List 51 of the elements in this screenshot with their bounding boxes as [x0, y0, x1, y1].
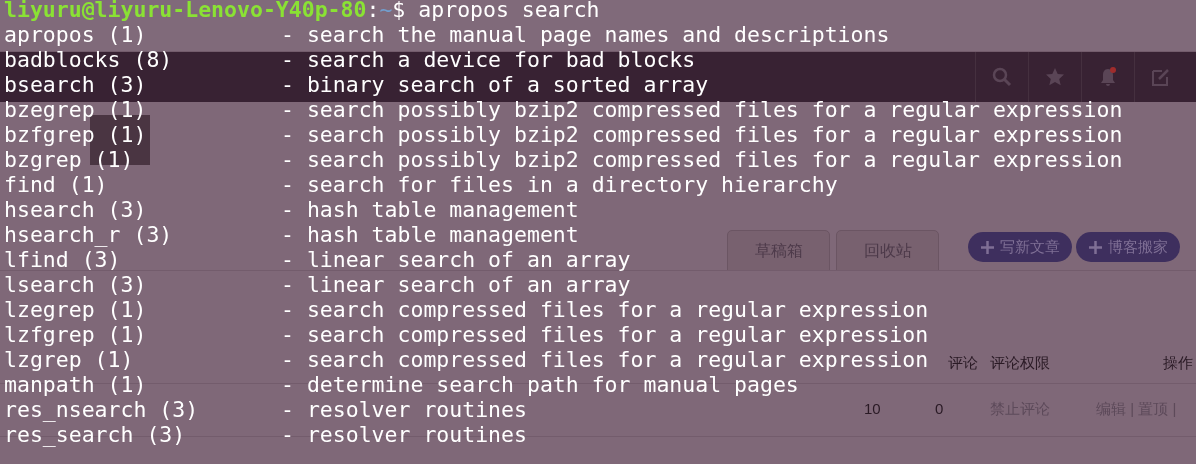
man-page-name: bzegrep (1) — [4, 97, 147, 122]
read-count: 10 — [864, 399, 881, 419]
man-page-name: res_search (3) — [4, 422, 186, 447]
man-page-description: - hash table management — [281, 222, 579, 247]
man-page-description: - search compressed files for a regular expression — [281, 322, 929, 347]
man-page-name: lzgrep (1) — [4, 347, 134, 372]
man-page-name: apropos (1) — [4, 22, 147, 47]
man-page-description: - hash table management — [281, 197, 579, 222]
prompt-separator: : — [366, 0, 380, 22]
column-header: 评论 — [948, 353, 978, 373]
man-page-name: bzfgrep (1) — [4, 122, 147, 147]
add-button[interactable]: 博客搬家 — [1076, 232, 1180, 262]
man-page-name: hsearch (3) — [4, 197, 147, 222]
man-page-name: res_nsearch (3) — [4, 397, 199, 422]
man-page-name: lzfgrep (1) — [4, 322, 147, 347]
edit-icon[interactable] — [1150, 66, 1172, 88]
man-page-description: - search the manual page names and descriptions — [281, 22, 890, 47]
prompt-symbol: $ — [392, 0, 406, 22]
man-page-description: - linear search of an array — [281, 272, 631, 297]
column-header: 操作 — [1163, 353, 1193, 373]
comment-count: 0 — [935, 399, 944, 419]
man-page-name: bzgrep (1) — [4, 147, 134, 172]
plus-icon — [1088, 240, 1102, 254]
man-page-description: - search possibly bzip2 compressed files for a regular expression — [281, 97, 1123, 122]
man-page-name: lfind (3) — [4, 247, 121, 272]
man-page-name: lzegrep (1) — [4, 297, 147, 322]
man-page-description: - search for files in a directory hierarchy — [281, 172, 838, 197]
star-icon[interactable] — [1044, 66, 1066, 88]
man-page-description: - search a device for bad blocks — [281, 47, 696, 72]
man-page-name: badblocks (8) — [4, 47, 173, 72]
command-text: apropos search — [418, 0, 600, 22]
man-page-description: - determine search path for manual pages — [281, 372, 799, 397]
man-page-name: bsearch (3) — [4, 72, 147, 97]
prompt-path: ~ — [379, 0, 393, 22]
man-page-description: - search compressed files for a regular expression — [281, 297, 929, 322]
man-page-description: - search possibly bzip2 compressed files for a regular expression — [281, 147, 1123, 172]
man-page-name: lsearch (3) — [4, 272, 147, 297]
man-page-description: - binary search of a sorted array — [281, 72, 709, 97]
plus-icon — [980, 240, 994, 254]
man-page-name: find (1) — [4, 172, 108, 197]
man-page-description: - resolver routines — [281, 422, 527, 447]
prompt-user-host: liyuru@liyuru-Lenovo-Y40p-80 — [4, 0, 367, 22]
man-page-description: - search compressed files for a regular expression — [281, 347, 929, 372]
search-icon[interactable] — [991, 66, 1013, 88]
man-page-name: manpath (1) — [4, 372, 147, 397]
man-page-name: hsearch_r (3) — [4, 222, 173, 247]
man-page-description: - resolver routines — [281, 397, 527, 422]
man-page-description: - linear search of an array — [281, 247, 631, 272]
column-header: 评论权限 — [990, 353, 1050, 373]
add-button[interactable]: 写新文章 — [968, 232, 1072, 262]
man-page-description: - search possibly bzip2 compressed files for a regular expression — [281, 122, 1123, 147]
